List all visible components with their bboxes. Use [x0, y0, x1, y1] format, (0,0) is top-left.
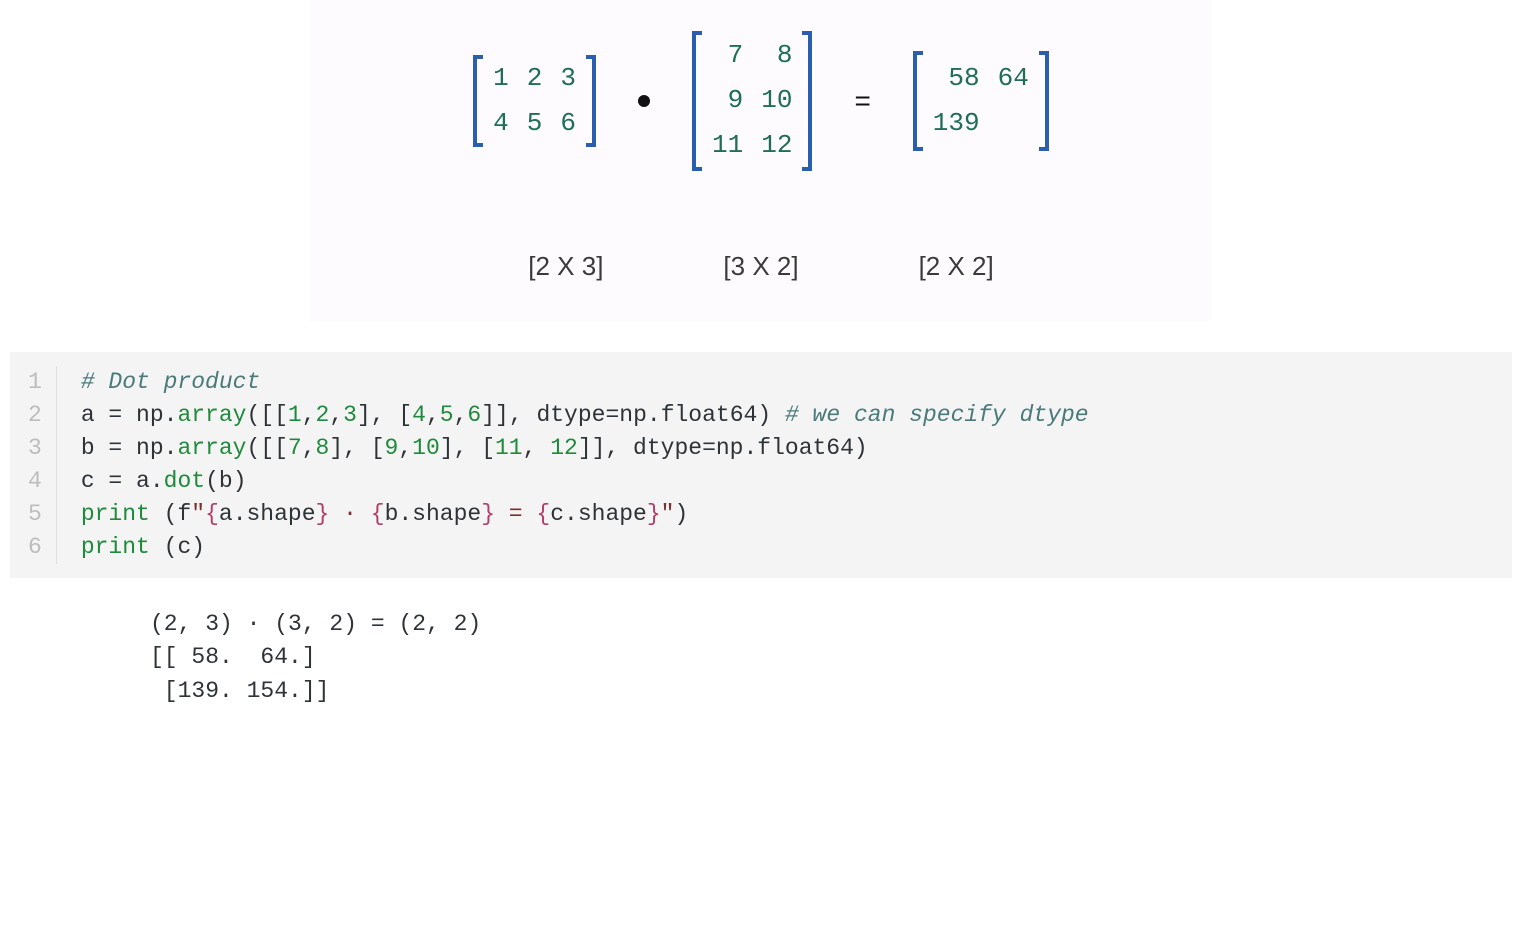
code-block: 1 2 3 4 5 6 # Dot product a = np.array([…: [10, 352, 1512, 578]
shape-labels-row: [2 X 3] [3 X 2] [2 X 2]: [351, 251, 1171, 282]
cell: 4: [493, 104, 509, 143]
bracket-left-icon: [911, 51, 925, 151]
code-line-5: print (f"{a.shape} · {b.shape} = {c.shap…: [81, 498, 1089, 531]
output-line: (2, 3) · (3, 2) = (2, 2): [150, 611, 481, 637]
shape-b-label: [3 X 2]: [723, 251, 798, 282]
matrix-b: 7 8 9 10 11 12: [690, 30, 814, 171]
cell: 2: [527, 59, 543, 98]
cell: 3: [560, 59, 576, 98]
matrix-c: 58 64 139: [911, 51, 1051, 151]
cell: 6: [560, 104, 576, 143]
cell: 1: [493, 59, 509, 98]
equals-operator: =: [854, 85, 870, 117]
code-line-4: c = a.dot(b): [81, 465, 1089, 498]
cell: 8: [761, 36, 792, 75]
bracket-right-icon: [800, 31, 814, 171]
line-number: 1: [28, 366, 42, 399]
code-content[interactable]: # Dot product a = np.array([[1,2,3], [4,…: [57, 366, 1089, 564]
matrix-diagram: 1 2 3 4 5 6 7 8 9 10 11 12 =: [311, 0, 1211, 322]
shape-c-label: [2 X 2]: [919, 251, 994, 282]
dot-operator-icon: [638, 95, 650, 107]
cell: 11: [712, 126, 743, 165]
matrix-a: 1 2 3 4 5 6: [471, 53, 598, 149]
cell: 7: [712, 36, 743, 75]
line-number: 5: [28, 498, 42, 531]
shape-a-label: [2 X 3]: [528, 251, 603, 282]
bracket-left-icon: [471, 55, 485, 147]
cell: [998, 104, 1029, 143]
cell: 5: [527, 104, 543, 143]
code-line-3: b = np.array([[7,8], [9,10], [11, 12]], …: [81, 432, 1089, 465]
bracket-left-icon: [690, 31, 704, 171]
output-block: (2, 3) · (3, 2) = (2, 2) [[ 58. 64.] [13…: [0, 578, 1522, 738]
line-number: 4: [28, 465, 42, 498]
code-line-1: # Dot product: [81, 366, 1089, 399]
bracket-right-icon: [1037, 51, 1051, 151]
cell: 139: [933, 104, 980, 143]
output-line: [139. 154.]]: [150, 678, 329, 704]
output-line: [[ 58. 64.]: [150, 644, 316, 670]
cell: 10: [761, 81, 792, 120]
cell: 64: [998, 59, 1029, 98]
line-number: 6: [28, 531, 42, 564]
code-line-6: print (c): [81, 531, 1089, 564]
line-number: 3: [28, 432, 42, 465]
line-number-gutter: 1 2 3 4 5 6: [10, 366, 57, 564]
line-number: 2: [28, 399, 42, 432]
cell: 12: [761, 126, 792, 165]
code-line-2: a = np.array([[1,2,3], [4,5,6]], dtype=n…: [81, 399, 1089, 432]
cell: 58: [933, 59, 980, 98]
matrix-equation-row: 1 2 3 4 5 6 7 8 9 10 11 12 =: [351, 30, 1171, 171]
cell: 9: [712, 81, 743, 120]
bracket-right-icon: [584, 55, 598, 147]
